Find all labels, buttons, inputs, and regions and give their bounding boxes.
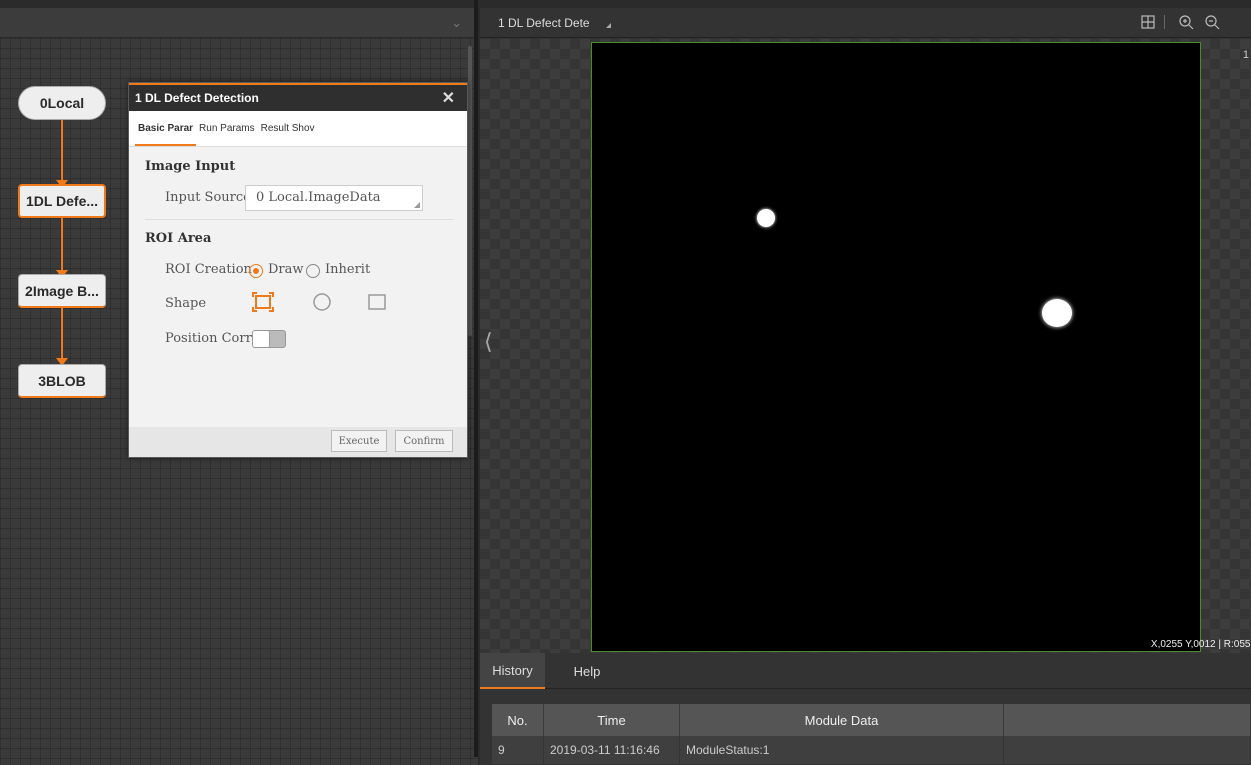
fit-view-icon[interactable] xyxy=(1140,14,1156,35)
input-source-value: 0 Local.ImageData xyxy=(256,190,381,205)
flow-node-blob[interactable]: 3BLOB xyxy=(18,364,106,398)
position-correction-toggle[interactable] xyxy=(252,330,286,348)
flow-node-local[interactable]: 0Local xyxy=(18,86,106,120)
defect-spot xyxy=(1042,299,1072,327)
tab-basic-params[interactable]: Basic Parar xyxy=(135,123,197,146)
roi-creation-label: ROI Creation xyxy=(165,262,252,277)
radio-draw-label[interactable]: Draw xyxy=(268,262,304,277)
flow-scrollbar[interactable] xyxy=(468,46,472,336)
column-header: Module Data xyxy=(680,704,1004,736)
circle-shape-icon[interactable] xyxy=(312,292,332,317)
close-icon[interactable]: ✕ xyxy=(442,88,455,108)
table-cell-time: 2019-03-11 11:16:46 xyxy=(544,736,680,764)
column-header xyxy=(1004,704,1251,736)
dl-defect-dialog: 1 DL Defect Detection ✕ Basic Parar Run … xyxy=(128,82,468,458)
inspection-image[interactable] xyxy=(591,42,1201,652)
defect-spot xyxy=(757,209,775,227)
table-cell-data: ModuleStatus:1 xyxy=(680,736,1004,764)
dialog-title: 1 DL Defect Detection xyxy=(135,91,259,105)
toggle-knob xyxy=(253,331,270,347)
radio-draw[interactable] xyxy=(249,264,263,278)
image-input-section: Image Input xyxy=(145,159,236,174)
view-title[interactable]: 1 DL Defect Dete xyxy=(498,16,590,30)
square-shape-icon[interactable] xyxy=(367,292,387,317)
divider xyxy=(145,219,453,220)
zoom-out-icon[interactable] xyxy=(1204,14,1220,35)
dialog-title-bar: 1 DL Defect Detection ✕ xyxy=(129,83,467,111)
shape-label: Shape xyxy=(165,296,207,311)
input-source-label: Input Source xyxy=(165,190,251,205)
tab-history[interactable]: History xyxy=(480,653,545,689)
table-cell-empty xyxy=(1004,736,1251,764)
dialog-tabs: Basic Parar Run Params Result Shov xyxy=(129,111,467,147)
dialog-footer: Execute Confirm xyxy=(129,427,467,457)
flow-connector xyxy=(61,120,63,184)
pixel-coordinates-readout: X,0255 Y,0012 | R:055 G xyxy=(1150,639,1251,650)
input-source-select[interactable]: 0 Local.ImageData xyxy=(245,185,423,211)
view-header: 1 DL Defect Dete xyxy=(480,8,1251,38)
dropdown-corner-icon xyxy=(414,202,420,208)
dropdown-corner-icon[interactable] xyxy=(606,23,611,28)
rect-select-icon[interactable] xyxy=(252,292,274,317)
image-index-label: 1 xyxy=(1242,49,1249,61)
position-correction-label: Position Corr xyxy=(165,331,252,346)
column-header: No. xyxy=(492,704,544,736)
image-view-pane: 1 DL Defect Dete ⟨ 1 X,0255 Y,0012 | R:0… xyxy=(480,8,1251,765)
chevron-left-icon[interactable]: ⟨ xyxy=(484,329,493,355)
roi-area-section: ROI Area xyxy=(145,231,212,246)
table-cell-no: 9 xyxy=(492,736,544,764)
bottom-tabs: History Help xyxy=(480,653,1251,689)
toolbar-divider xyxy=(1164,15,1165,29)
pane-splitter[interactable] xyxy=(474,0,478,757)
flow-header: ⌄ xyxy=(0,8,474,38)
flow-connector xyxy=(61,308,63,362)
tab-run-params[interactable]: Run Params xyxy=(196,123,258,146)
tab-help[interactable]: Help xyxy=(552,653,622,689)
execute-button[interactable]: Execute xyxy=(331,430,387,452)
radio-inherit-label[interactable]: Inherit xyxy=(325,262,370,277)
flow-node-dl-defect[interactable]: 1DL Defe... xyxy=(18,184,106,218)
flow-connector xyxy=(61,218,63,274)
column-header: Time xyxy=(544,704,680,736)
zoom-in-icon[interactable] xyxy=(1178,14,1194,35)
image-viewer[interactable]: ⟨ 1 X,0255 Y,0012 | R:055 G xyxy=(480,39,1251,653)
tab-result-show[interactable]: Result Shov xyxy=(258,123,318,146)
flow-node-image-binary[interactable]: 2Image B... xyxy=(18,274,106,308)
radio-inherit[interactable] xyxy=(306,264,320,278)
chevron-down-icon[interactable]: ⌄ xyxy=(451,15,462,31)
confirm-button[interactable]: Confirm xyxy=(395,430,453,452)
